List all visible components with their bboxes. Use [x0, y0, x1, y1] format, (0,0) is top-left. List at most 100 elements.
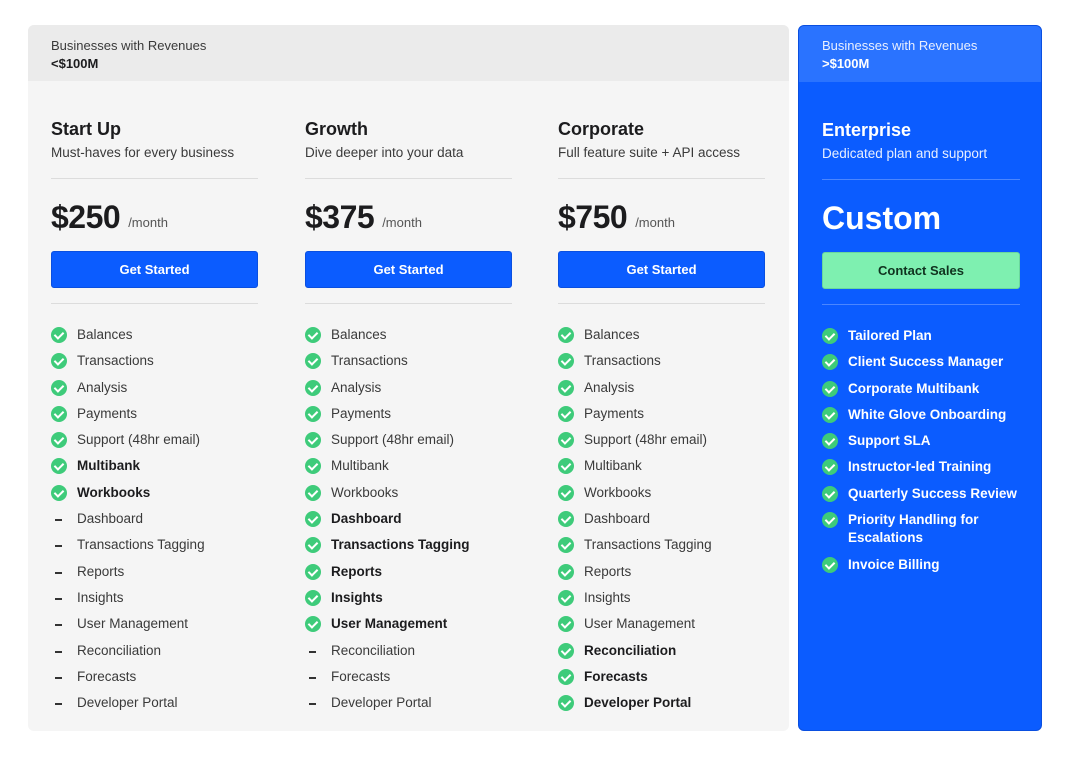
plan-price: $750 — [558, 199, 628, 235]
feature-item: Payments — [558, 405, 765, 431]
feature-label: User Management — [77, 616, 189, 632]
plan-description: Dive deeper into your data — [305, 145, 464, 160]
feature-item: Support (48hr email) — [51, 431, 258, 457]
feature-label: Transactions — [331, 353, 408, 369]
plan-name: Corporate — [558, 119, 645, 139]
feature-item: Reports — [558, 563, 765, 589]
feature-item: White Glove Onboarding — [822, 406, 1020, 432]
feature-label: Support SLA — [848, 433, 931, 449]
feature-label: Forecasts — [584, 668, 648, 684]
segment-label: Businesses with Revenues — [51, 38, 207, 53]
check-icon — [305, 327, 321, 343]
feature-label: Developer Portal — [331, 695, 432, 711]
segment-threshold: >$100M — [822, 56, 870, 71]
feature-label: Support (48hr email) — [331, 432, 455, 448]
feature-label: Analysis — [331, 379, 382, 395]
feature-label: Multibank — [331, 458, 389, 474]
feature-label: Support (48hr email) — [584, 432, 708, 448]
plan-price: $375 — [305, 199, 375, 235]
feature-item: User Management — [305, 615, 512, 641]
feature-label: Transactions Tagging — [77, 537, 205, 553]
plan-card-growth: Growth Dive deeper into your data $375 /… — [305, 106, 512, 720]
check-icon — [51, 458, 67, 475]
divider — [822, 304, 1020, 305]
get-started-button[interactable]: Get Started — [305, 251, 512, 288]
check-icon — [822, 328, 838, 344]
check-icon — [558, 695, 574, 712]
check-icon — [305, 432, 321, 449]
feature-item: Multibank — [558, 457, 765, 483]
feature-item: Payments — [305, 405, 512, 431]
feature-item: Reports — [305, 563, 512, 589]
feature-label: Reconciliation — [584, 642, 677, 658]
feature-label: Forecasts — [331, 668, 391, 684]
feature-label: Insights — [77, 589, 124, 605]
feature-item: Forecasts — [51, 668, 258, 694]
feature-label: Transactions Tagging — [584, 537, 712, 553]
feature-item: Analysis — [305, 379, 512, 405]
divider — [558, 303, 765, 304]
plan-card-enterprise: Enterprise Dedicated plan and support Cu… — [822, 107, 1020, 582]
get-started-button[interactable]: Get Started — [558, 251, 765, 288]
check-icon — [305, 379, 321, 396]
check-icon — [558, 537, 574, 554]
feature-item: Forecasts — [305, 668, 512, 694]
feature-item: Quarterly Success Review — [822, 485, 1020, 511]
dash-icon — [51, 616, 67, 632]
check-icon — [558, 563, 574, 580]
feature-label: Tailored Plan — [848, 328, 932, 343]
plan-name: Start Up — [51, 119, 122, 139]
feature-item: Analysis — [51, 379, 258, 405]
feature-item: Transactions Tagging — [51, 536, 258, 562]
check-icon — [558, 642, 574, 659]
check-icon — [558, 589, 574, 606]
check-icon — [305, 511, 321, 528]
dash-icon — [305, 669, 321, 685]
check-icon — [305, 484, 321, 501]
feature-item: Workbooks — [305, 484, 512, 510]
feature-label: Payments — [584, 405, 645, 421]
feature-label: User Management — [584, 616, 696, 632]
check-icon — [305, 616, 321, 633]
contact-sales-button[interactable]: Contact Sales — [822, 252, 1020, 289]
plan-price: Custom — [822, 200, 942, 236]
feature-label: Workbooks — [584, 484, 652, 500]
feature-item: Corporate Multibank — [822, 380, 1020, 406]
feature-label: Insights — [584, 589, 631, 605]
feature-label: Workbooks — [331, 484, 399, 500]
check-icon — [51, 353, 67, 370]
get-started-button[interactable]: Get Started — [51, 251, 258, 288]
divider — [305, 303, 512, 304]
plan-card-startup: Start Up Must-haves for every business $… — [51, 106, 258, 720]
feature-item: Priority Handling for Escalations — [822, 511, 1020, 556]
feature-item: Balances — [558, 326, 765, 352]
plan-name: Growth — [305, 119, 368, 139]
feature-label: Client Success Manager — [848, 354, 1004, 370]
feature-item: Insights — [305, 589, 512, 615]
feature-label: Dashboard — [77, 511, 144, 527]
check-icon — [558, 458, 574, 475]
feature-item: Transactions — [51, 352, 258, 378]
dash-icon — [51, 590, 67, 606]
feature-label: Transactions — [77, 353, 154, 369]
feature-label: Balances — [331, 327, 387, 342]
feature-list: Balances Transactions Analysis Payments Supp… — [558, 326, 765, 720]
divider — [51, 303, 258, 304]
feature-item: Instructor-led Training — [822, 458, 1020, 484]
check-icon — [51, 484, 67, 501]
feature-item: User Management — [558, 615, 765, 641]
price-period: /month — [128, 215, 168, 230]
feature-label: Corporate Multibank — [848, 380, 980, 396]
dash-icon — [51, 669, 67, 685]
feature-item: Reconciliation — [51, 642, 258, 668]
feature-item: Developer Portal — [51, 694, 258, 720]
feature-item: Transactions — [558, 352, 765, 378]
plan-description: Dedicated plan and support — [822, 146, 988, 161]
plan-description: Full feature suite + API access — [558, 145, 740, 160]
plan-description: Must-haves for every business — [51, 145, 235, 160]
feature-item: Multibank — [51, 457, 258, 483]
feature-item: Developer Portal — [305, 694, 512, 720]
feature-item: Reconciliation — [558, 642, 765, 668]
feature-label: Quarterly Success Review — [848, 485, 1017, 501]
segment-header-large: Businesses with Revenues >$100M — [799, 26, 1041, 82]
